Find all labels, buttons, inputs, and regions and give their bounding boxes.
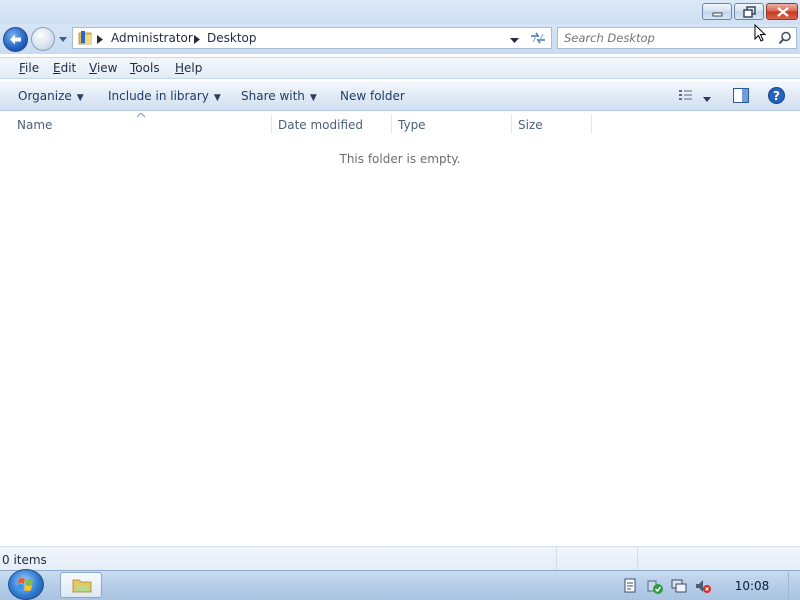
menu-view[interactable]: View [89,61,117,75]
preview-pane-icon [733,88,749,103]
taskbar-clock[interactable]: 10:08 [730,579,774,593]
forward-button[interactable] [31,27,55,51]
chevron-down-icon: ▼ [76,93,84,103]
share-with-button[interactable]: Share with ▼ [241,89,317,103]
preview-pane-button[interactable] [733,88,749,106]
organize-label: Organize [18,89,72,103]
close-button[interactable] [766,3,798,20]
show-desktop-button[interactable] [788,572,800,600]
menu-edit-accelerator: E [53,61,61,75]
sort-ascending-icon [137,113,145,118]
breadcrumb-separator-icon[interactable] [97,33,103,47]
menu-help-accelerator: H [175,61,185,75]
minimize-button[interactable] [702,3,732,20]
recent-pages-dropdown[interactable] [57,33,69,45]
column-header-size[interactable]: Size [518,118,543,132]
change-view-button[interactable] [678,89,694,106]
column-divider[interactable] [391,114,392,134]
mouse-cursor-icon [754,24,767,42]
address-history-dropdown[interactable] [510,34,520,48]
window-title-bar[interactable] [0,0,800,24]
menu-bar: File Edit View Tools Help [0,57,800,79]
svg-text:?: ? [773,89,780,103]
item-count: 0 items [2,553,47,567]
menu-view-accelerator: V [89,61,97,75]
chevron-down-icon [703,97,711,102]
new-folder-button[interactable]: New folder [340,89,405,103]
volume-muted-icon[interactable] [695,578,711,594]
menu-edit-label: dit [60,61,77,75]
include-in-library-label: Include in library [108,89,209,103]
explorer-folder-icon [72,579,92,593]
security-shield-icon[interactable] [647,578,663,594]
network-icon[interactable] [671,578,687,594]
column-header-name[interactable]: Name [17,118,52,132]
menu-help-label: elp [184,61,203,75]
column-header-type[interactable]: Type [398,118,426,132]
refresh-button[interactable] [526,28,550,48]
refresh-icon [531,32,545,44]
status-bar: 0 items [0,546,800,571]
back-button[interactable] [3,27,28,52]
include-in-library-button[interactable]: Include in library ▼ [108,89,221,103]
chevron-down-icon: ▼ [213,93,221,103]
restore-icon [743,6,756,18]
minimize-icon [712,12,723,17]
help-icon: ? [768,87,785,104]
share-with-label: Share with [241,89,305,103]
windows-logo-icon [17,578,33,591]
breadcrumb-separator-icon[interactable] [194,33,200,47]
taskbar-windows-explorer[interactable] [60,572,102,598]
chevron-down-icon [59,37,67,42]
folder-icon [78,31,92,45]
column-divider[interactable] [591,114,592,134]
column-divider[interactable] [511,114,512,134]
breadcrumb-administrator[interactable]: Administrator [111,31,193,45]
organize-button[interactable]: Organize ▼ [18,89,84,103]
details-view-icon [679,90,692,100]
menu-tools-label: ools [135,61,160,75]
help-button[interactable]: ? [768,87,785,107]
status-divider [556,547,557,571]
view-options-dropdown[interactable] [703,92,712,106]
search-input[interactable] [564,30,764,46]
close-icon [777,7,789,17]
menu-file[interactable]: File [19,61,39,75]
menu-tools[interactable]: Tools [130,61,160,75]
chevron-down-icon [510,38,519,43]
column-divider[interactable] [271,114,272,134]
menu-view-label: iew [96,61,118,75]
start-button[interactable] [8,569,44,600]
address-bar[interactable]: Administrator Desktop [72,27,552,49]
search-icon[interactable] [778,31,792,45]
menu-file-label: ile [25,61,40,75]
action-center-icon[interactable] [622,578,638,594]
restore-button[interactable] [734,3,764,20]
breadcrumb-desktop[interactable]: Desktop [207,31,257,45]
forward-arrow-icon [37,34,48,44]
empty-folder-message: This folder is empty. [339,152,461,166]
menu-edit[interactable]: Edit [53,61,76,75]
column-header-date-modified[interactable]: Date modified [278,118,363,132]
menu-help[interactable]: Help [175,61,202,75]
back-arrow-icon [10,34,21,45]
chevron-down-icon: ▼ [309,93,317,103]
command-bar: Organize ▼ Include in library ▼ Share with… [0,81,800,111]
status-divider [637,547,638,571]
column-headers: Name Date modified Type Size [0,112,800,136]
